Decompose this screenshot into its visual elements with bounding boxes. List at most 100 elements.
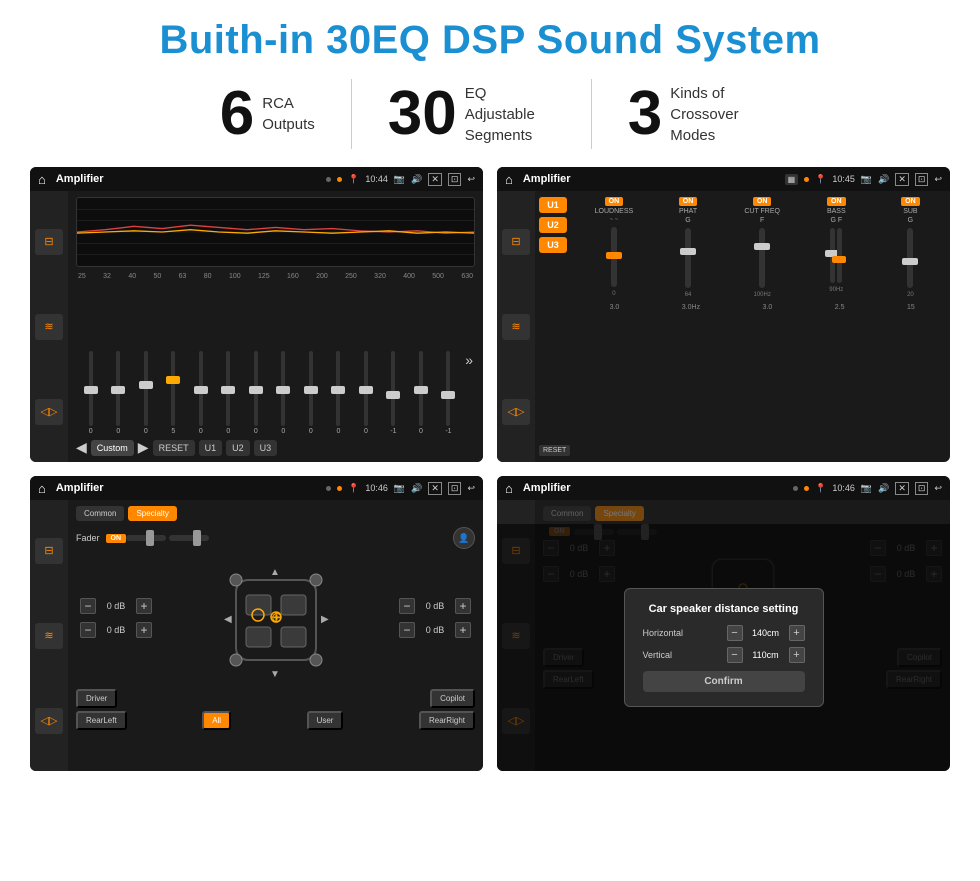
u1-btn-tl[interactable]: U1 [199,440,223,456]
eq-slider-11[interactable]: -1 [381,351,407,435]
vertical-value: 110cm [747,650,785,660]
vol-minus-fr[interactable]: − [399,598,415,614]
tab-specialty[interactable]: Specialty [128,506,176,521]
sidebar-btn-eq-tr[interactable]: ⊟ [502,229,530,255]
preset-u2[interactable]: U2 [539,217,567,233]
user-btn[interactable]: User [307,711,344,730]
fader-slider-2[interactable] [169,535,209,541]
back-icon-tl[interactable]: ↩ [467,174,475,185]
home-icon-bl[interactable]: ⌂ [38,481,46,496]
reset-btn-tr[interactable]: RESET [539,445,570,456]
slider-loudness[interactable] [611,227,617,287]
eq-slider-0[interactable]: 0 [78,351,104,435]
vertical-control: − 110cm + [727,647,805,663]
vol-minus-rr[interactable]: − [399,622,415,638]
location-icon-br: 📍 [815,483,826,494]
rearright-btn[interactable]: RearRight [419,711,475,730]
vol-plus-fl[interactable]: + [136,598,152,614]
sidebar-btn-vol[interactable]: ◁▷ [35,399,63,425]
sidebar-btn-wave[interactable]: ≋ [35,314,63,340]
vertical-minus-btn[interactable]: − [727,647,743,663]
screenshots-grid: ⌂ Amplifier 📍 10:44 📷 🔊 ✕ ⊡ ↩ ⊟ ≋ ◁▷ [30,167,950,771]
fader-label: Fader [76,533,100,543]
tab-specialty-br: Specialty [595,506,643,521]
eq-slider-3[interactable]: 5 [161,351,187,435]
custom-btn[interactable]: Custom [91,440,134,456]
label-sub: SUB [903,208,917,215]
screen-title-br: Amplifier [523,482,787,494]
time-br: 10:46 [832,483,855,493]
prev-icon[interactable]: ◀ [76,439,87,456]
sidebar-btn-vol-tr[interactable]: ◁▷ [502,399,530,425]
back-icon-br[interactable]: ↩ [934,483,942,494]
on-badge-bass[interactable]: ON [827,197,846,206]
vol-plus-rr[interactable]: + [455,622,471,638]
driver-btn[interactable]: Driver [76,689,117,708]
eq-slider-12[interactable]: 0 [408,351,434,435]
sidebar-btn-wave-tr[interactable]: ≋ [502,314,530,340]
screen-content-tr: ⊟ ≋ ◁▷ U1 U2 U3 RESET [497,191,950,462]
home-icon-tr[interactable]: ⌂ [505,172,513,187]
eq-slider-9[interactable]: 0 [326,351,352,435]
preset-u3[interactable]: U3 [539,237,567,253]
eq-more-icon[interactable]: » [465,352,473,368]
eq-slider-8[interactable]: 0 [298,351,324,435]
eq-slider-4[interactable]: 0 [188,351,214,435]
on-badge-sub[interactable]: ON [901,197,920,206]
slider-bass-f[interactable] [837,228,842,283]
eq-slider-13[interactable]: -1 [436,351,462,435]
vol-minus-fl[interactable]: − [80,598,96,614]
slider-phat[interactable] [685,228,691,288]
sidebar-btn-wave-bl[interactable]: ≋ [35,623,63,649]
vertical-plus-btn[interactable]: + [789,647,805,663]
back-icon-bl[interactable]: ↩ [467,483,475,494]
rearleft-btn[interactable]: RearLeft [76,711,127,730]
vol-minus-rl[interactable]: − [80,622,96,638]
on-badge-phat[interactable]: ON [679,197,698,206]
play-icon[interactable]: ▶ [138,439,149,456]
fader-slider-1[interactable] [126,535,166,541]
eq-slider-1[interactable]: 0 [106,351,132,435]
back-icon-tr[interactable]: ↩ [934,174,942,185]
screen-content-tl: ⊟ ≋ ◁▷ [30,191,483,462]
page-title: Buith-in 30EQ DSP Sound System [30,18,950,63]
slider-sub[interactable] [907,228,913,288]
u2-btn-tl[interactable]: U2 [226,440,250,456]
on-badge-loudness[interactable]: ON [605,197,624,206]
eq-slider-7[interactable]: 0 [271,351,297,435]
eq-slider-2[interactable]: 0 [133,351,159,435]
horizontal-minus-btn[interactable]: − [727,625,743,641]
slider-cutfreq[interactable] [759,228,765,288]
feature-eq: 30 EQ Adjustable Segments [352,83,591,146]
vol-plus-rl[interactable]: + [136,622,152,638]
horizontal-value: 140cm [747,628,785,638]
fader-on-badge[interactable]: ON [106,534,127,543]
horizontal-plus-btn[interactable]: + [789,625,805,641]
copilot-btn[interactable]: Copilot [430,689,475,708]
sidebar-btn-eq-bl[interactable]: ⊟ [35,538,63,564]
win-icon-tr: ⊡ [915,173,929,186]
eq-slider-5[interactable]: 0 [216,351,242,435]
preset-u1[interactable]: U1 [539,197,567,213]
all-btn[interactable]: All [202,711,231,730]
g-phat: G [685,217,690,224]
fader-sliders-horiz [126,535,209,541]
eq-slider-10[interactable]: 0 [353,351,379,435]
reset-btn-tl[interactable]: RESET [153,440,195,456]
control-loudness: ON LOUDNESS ~ ~ 0 [592,197,636,298]
home-icon-br[interactable]: ⌂ [505,481,513,496]
sidebar-btn-eq[interactable]: ⊟ [35,229,63,255]
label-bass: BASS [827,208,846,215]
sidebar-btn-vol-bl[interactable]: ◁▷ [35,708,63,734]
u3-btn-tl[interactable]: U3 [254,440,278,456]
screen-content-bl: ⊟ ≋ ◁▷ Common Specialty Fader ON [30,500,483,771]
vol-plus-fr[interactable]: + [455,598,471,614]
confirm-button[interactable]: Confirm [643,671,805,692]
eq-slider-6[interactable]: 0 [243,351,269,435]
tab-common[interactable]: Common [76,506,124,521]
profile-icon-bl[interactable]: 👤 [453,527,475,549]
on-badge-cutfreq[interactable]: ON [753,197,772,206]
f-cutfreq: F [760,217,764,224]
screen-title-tr: Amplifier [523,173,779,185]
home-icon-tl[interactable]: ⌂ [38,172,46,187]
